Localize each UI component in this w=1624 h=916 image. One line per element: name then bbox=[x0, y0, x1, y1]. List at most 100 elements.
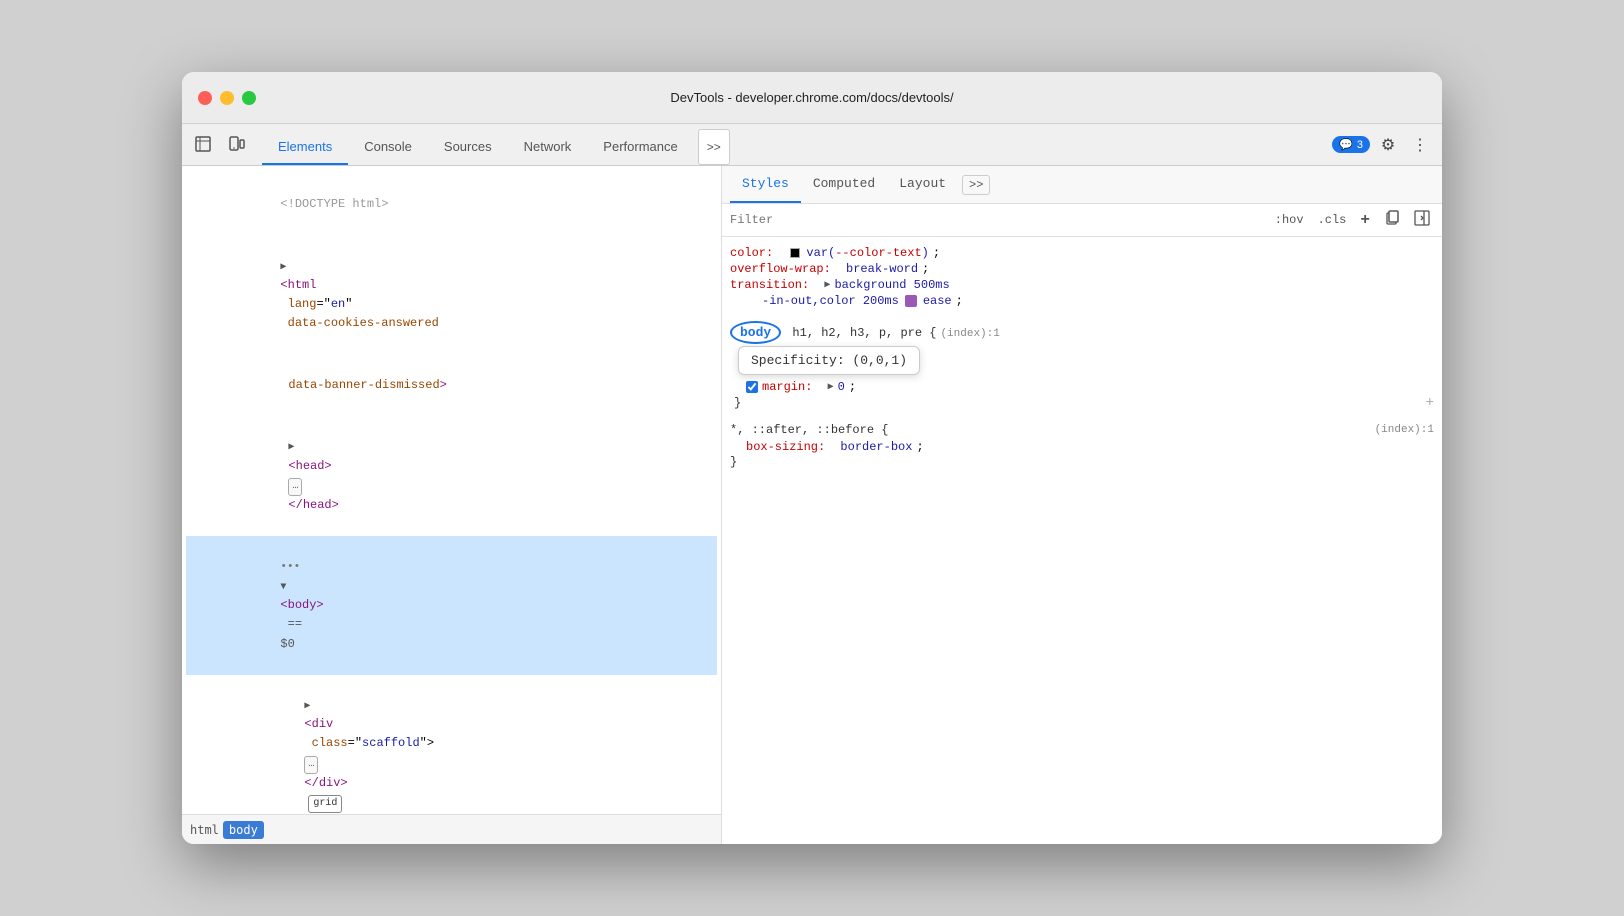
toolbar-icons bbox=[190, 131, 250, 159]
specificity-tooltip: Specificity: (0,0,1) bbox=[738, 346, 920, 375]
styles-content: color: var(--color-text) ; overflow-wrap… bbox=[722, 237, 1442, 844]
body-selector-badge[interactable]: body bbox=[730, 321, 781, 344]
css-decl-transition-cont: -in-out,color 200ms ease ; bbox=[730, 293, 1434, 309]
device-toolbar-button[interactable] bbox=[222, 131, 250, 159]
dom-line-scaffold[interactable]: ▶ <div class="scaffold"> … </div> grid bbox=[186, 675, 717, 814]
margin-val[interactable]: 0 bbox=[838, 380, 845, 394]
notifications-badge[interactable]: 💬 3 bbox=[1332, 136, 1370, 153]
html-triangle[interactable]: ▶ bbox=[280, 260, 286, 276]
universal-rule-close: } bbox=[730, 455, 1434, 469]
toggle-sidebar-button[interactable] bbox=[1410, 208, 1434, 232]
copy-style-button[interactable] bbox=[1380, 208, 1404, 232]
filter-actions: :hov .cls + bbox=[1271, 208, 1434, 232]
doctype-text: <!DOCTYPE html> bbox=[280, 197, 388, 211]
head-triangle[interactable]: ▶ bbox=[288, 440, 294, 456]
head-ellipsis[interactable]: … bbox=[288, 478, 302, 496]
main-content: <!DOCTYPE html> ▶ <html lang="en" data-c… bbox=[182, 166, 1442, 844]
dom-line-doctype[interactable]: <!DOCTYPE html> bbox=[186, 174, 717, 236]
tab-overflow-button[interactable]: >> bbox=[698, 129, 730, 165]
body-rule-close: } + bbox=[730, 395, 1434, 411]
styles-tabs: Styles Computed Layout >> bbox=[722, 166, 1442, 204]
toolbar-right: 💬 3 ⚙ ⋮ bbox=[1328, 131, 1434, 159]
styles-tab-overflow[interactable]: >> bbox=[962, 175, 990, 195]
minimize-button[interactable] bbox=[220, 91, 234, 105]
dom-line-body[interactable]: ••• ▼ <body> == $0 bbox=[186, 536, 717, 675]
transition-val[interactable]: background 500ms bbox=[834, 278, 949, 292]
universal-declarations: box-sizing: border-box ; bbox=[730, 439, 1434, 455]
more-options-button[interactable]: ⋮ bbox=[1406, 131, 1434, 159]
dom-line-html-cont: data-banner-dismissed> bbox=[186, 355, 717, 417]
body-triangle[interactable]: ▼ bbox=[280, 580, 286, 596]
color-val[interactable]: var(--color-text) bbox=[806, 246, 928, 260]
window-title: DevTools - developer.chrome.com/docs/dev… bbox=[670, 90, 953, 105]
tab-elements[interactable]: Elements bbox=[262, 129, 348, 165]
css-rule-color: color: var(--color-text) ; overflow-wrap… bbox=[730, 245, 1434, 309]
tab-network[interactable]: Network bbox=[508, 129, 588, 165]
scaffold-ellipsis[interactable]: … bbox=[304, 756, 318, 774]
css-rule-body: body h1, h2, h3, p, pre { (index):1 Spec… bbox=[730, 321, 1434, 411]
css-decl-overflow-wrap: overflow-wrap: break-word ; bbox=[730, 261, 1434, 277]
tab-layout[interactable]: Layout bbox=[887, 167, 958, 203]
hov-button[interactable]: :hov bbox=[1271, 211, 1308, 229]
breadcrumb-bar: html body bbox=[182, 814, 721, 844]
styles-panel: Styles Computed Layout >> :hov .cls + bbox=[722, 166, 1442, 844]
margin-checkbox[interactable] bbox=[746, 381, 758, 393]
inspect-element-button[interactable] bbox=[190, 131, 218, 159]
box-sizing-val[interactable]: border-box bbox=[840, 440, 912, 454]
tab-performance[interactable]: Performance bbox=[587, 129, 693, 165]
color-swatch-black[interactable] bbox=[790, 248, 800, 258]
devtools-window: DevTools - developer.chrome.com/docs/dev… bbox=[182, 72, 1442, 844]
chat-icon: 💬 bbox=[1339, 138, 1353, 151]
traffic-lights bbox=[198, 91, 256, 105]
margin-triangle[interactable]: ▶ bbox=[828, 381, 834, 393]
universal-rule-header: *, ::after, ::before { (index):1 bbox=[730, 423, 1434, 437]
ease-val[interactable]: ease bbox=[923, 294, 952, 308]
body-source[interactable]: (index):1 bbox=[940, 328, 999, 340]
transition-prop[interactable]: transition: bbox=[730, 278, 809, 292]
transition-cont-val: -in-out,color 200ms bbox=[762, 294, 899, 308]
overflow-wrap-prop[interactable]: overflow-wrap: bbox=[730, 262, 831, 276]
css-decl-transition: transition: ▶ background 500ms bbox=[730, 277, 1434, 293]
notification-count: 3 bbox=[1357, 139, 1363, 151]
settings-button[interactable]: ⚙ bbox=[1374, 131, 1402, 159]
specificity-tooltip-container: Specificity: (0,0,1) bbox=[730, 346, 1434, 375]
breadcrumb-html[interactable]: html bbox=[190, 823, 219, 837]
dom-panel: <!DOCTYPE html> ▶ <html lang="en" data-c… bbox=[182, 166, 722, 844]
universal-selector[interactable]: *, ::after, ::before { bbox=[730, 423, 888, 437]
universal-source[interactable]: (index):1 bbox=[1375, 424, 1434, 436]
tab-computed[interactable]: Computed bbox=[801, 167, 887, 203]
styles-filter-input[interactable] bbox=[730, 213, 1265, 227]
html-tag-open: <html bbox=[280, 278, 316, 292]
grid-badge[interactable]: grid bbox=[308, 795, 342, 813]
body-selector-rest: h1, h2, h3, p, pre { bbox=[785, 326, 936, 340]
tab-styles[interactable]: Styles bbox=[730, 167, 801, 203]
styles-filter-bar: :hov .cls + bbox=[722, 204, 1442, 237]
css-decl-box-sizing: box-sizing: border-box ; bbox=[746, 439, 1434, 455]
box-sizing-prop[interactable]: box-sizing: bbox=[746, 440, 825, 454]
scaffold-triangle[interactable]: ▶ bbox=[304, 699, 310, 715]
transition-icon bbox=[905, 295, 917, 307]
body-declarations: margin: ▶ 0 ; bbox=[730, 379, 1434, 395]
css-rule-universal: *, ::after, ::before { (index):1 box-siz… bbox=[730, 423, 1434, 469]
titlebar: DevTools - developer.chrome.com/docs/dev… bbox=[182, 72, 1442, 124]
add-style-button[interactable]: + bbox=[1356, 209, 1374, 231]
dom-line-html[interactable]: ▶ <html lang="en" data-cookies-answered bbox=[186, 236, 717, 355]
devtools-container: Elements Console Sources Network Perform… bbox=[182, 124, 1442, 844]
margin-prop[interactable]: margin: bbox=[762, 380, 812, 394]
selector-row-body: body h1, h2, h3, p, pre { (index):1 bbox=[730, 321, 1434, 344]
css-decl-color: color: var(--color-text) ; bbox=[730, 245, 1434, 261]
close-button[interactable] bbox=[198, 91, 212, 105]
transition-triangle[interactable]: ▶ bbox=[824, 279, 830, 291]
color-prop[interactable]: color: bbox=[730, 246, 773, 260]
breadcrumb-body[interactable]: body bbox=[223, 821, 264, 839]
dom-content: <!DOCTYPE html> ▶ <html lang="en" data-c… bbox=[182, 166, 721, 814]
tab-bar: Elements Console Sources Network Perform… bbox=[262, 124, 730, 165]
top-toolbar: Elements Console Sources Network Perform… bbox=[182, 124, 1442, 166]
dom-line-head[interactable]: ▶ <head> … </head> bbox=[186, 416, 717, 536]
tab-sources[interactable]: Sources bbox=[428, 129, 508, 165]
tab-console[interactable]: Console bbox=[348, 129, 428, 165]
maximize-button[interactable] bbox=[242, 91, 256, 105]
add-declaration-button[interactable]: + bbox=[1426, 395, 1434, 411]
cls-button[interactable]: .cls bbox=[1314, 211, 1351, 229]
overflow-wrap-val[interactable]: break-word bbox=[846, 262, 918, 276]
